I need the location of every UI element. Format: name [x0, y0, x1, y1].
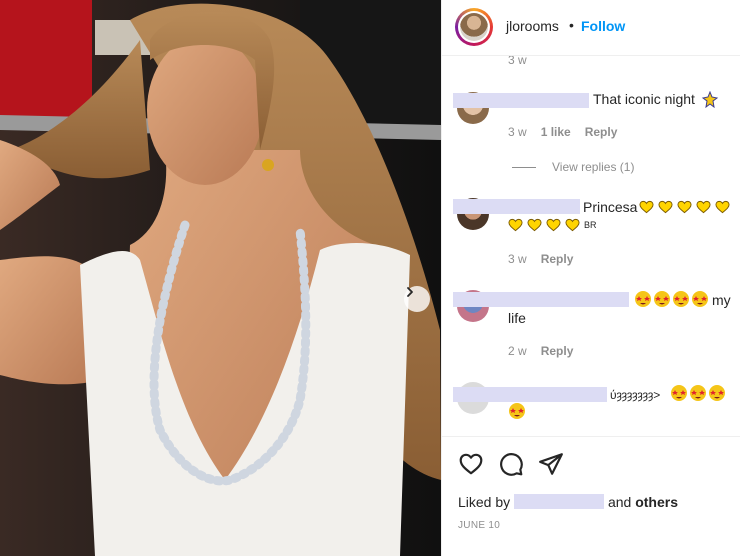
reply-button[interactable]: Reply	[585, 125, 618, 139]
liked-by-line: Liked by and others	[458, 494, 678, 510]
yellow-heart-icon	[696, 200, 711, 214]
comment-meta: 2 w Reply	[508, 344, 587, 358]
liked-by-and: and	[607, 494, 632, 510]
yellow-heart-icon	[639, 200, 654, 214]
comment-meta: 3 w Reply	[508, 252, 587, 266]
starstruck-emoji-row-2	[509, 403, 528, 421]
liked-by-others[interactable]: others	[635, 494, 678, 510]
chevron-right-icon	[407, 287, 413, 297]
flag-br-text: BR	[584, 220, 597, 230]
reply-button[interactable]: Reply	[541, 252, 574, 266]
post-header: jlorooms • Follow	[442, 0, 740, 56]
post-date[interactable]: JUNE 10	[458, 520, 500, 531]
star-struck-emoji-icon	[690, 385, 706, 401]
profile-avatar[interactable]	[455, 8, 493, 46]
comment-text: my	[712, 292, 731, 308]
yellow-heart-icon	[546, 218, 561, 232]
heart-emoji-row	[639, 199, 734, 217]
yellow-heart-icon	[508, 218, 523, 232]
replies-divider	[512, 167, 536, 169]
comment-icon[interactable]	[498, 451, 524, 477]
comment-meta: 3 w 1 like Reply	[508, 125, 631, 139]
yellow-heart-icon	[677, 200, 692, 214]
starstruck-emoji-row	[635, 291, 711, 309]
yellow-heart-icon	[658, 200, 673, 214]
username-link[interactable]: jlorooms	[506, 18, 559, 34]
next-photo-button[interactable]	[404, 286, 430, 312]
yellow-heart-icon	[565, 218, 580, 232]
redacted-liker[interactable]	[514, 494, 605, 509]
reply-button[interactable]: Reply	[541, 344, 574, 358]
comment-text: Princesa	[583, 199, 638, 215]
star-struck-emoji-icon	[671, 385, 687, 401]
comment-likes[interactable]: 1 like	[541, 125, 571, 139]
post-photo	[0, 0, 441, 556]
view-replies-label: View replies (1)	[552, 160, 635, 174]
sparkle-emoji-icon	[701, 91, 719, 108]
comment-time: 2 w	[508, 344, 527, 358]
star-struck-emoji-icon	[692, 291, 708, 307]
heart-icon[interactable]	[458, 451, 484, 477]
yellow-heart-icon	[527, 218, 542, 232]
star-struck-emoji-icon	[635, 291, 651, 307]
photo-illustration	[0, 0, 441, 556]
comment-time: 3 w	[508, 252, 527, 266]
star-struck-emoji-icon	[654, 291, 670, 307]
comment-text-line2: life	[508, 310, 526, 326]
comment-time: 3 w	[508, 125, 527, 139]
liked-by-prefix: Liked by	[458, 494, 511, 510]
heart-emoji-row-2: BR	[508, 217, 597, 235]
star-struck-emoji-icon	[709, 385, 725, 401]
view-replies-button[interactable]: View replies (1)	[512, 160, 634, 174]
redacted-username	[453, 199, 580, 214]
comment-text: ύȝȝȝȝȝȝȝ>	[610, 388, 661, 402]
redacted-username	[453, 387, 607, 402]
star-struck-emoji-icon	[673, 291, 689, 307]
post-actions: Liked by and others JUNE 10	[442, 436, 740, 556]
cut-off-timestamp: 3 w	[508, 56, 527, 67]
yellow-heart-icon	[715, 200, 730, 214]
redacted-username	[453, 93, 589, 108]
share-icon[interactable]	[538, 451, 564, 477]
starstruck-emoji-row	[671, 385, 728, 403]
post-side-panel: jlorooms • Follow 3 w That iconic night …	[441, 0, 740, 556]
star-struck-emoji-icon	[509, 403, 525, 419]
separator-dot: •	[569, 17, 574, 33]
follow-button[interactable]: Follow	[581, 18, 625, 34]
comment-text: That iconic night	[593, 91, 695, 107]
comments-list[interactable]: 3 w That iconic night 3 w 1 like Reply Vie…	[442, 56, 740, 436]
redacted-username	[453, 292, 629, 307]
